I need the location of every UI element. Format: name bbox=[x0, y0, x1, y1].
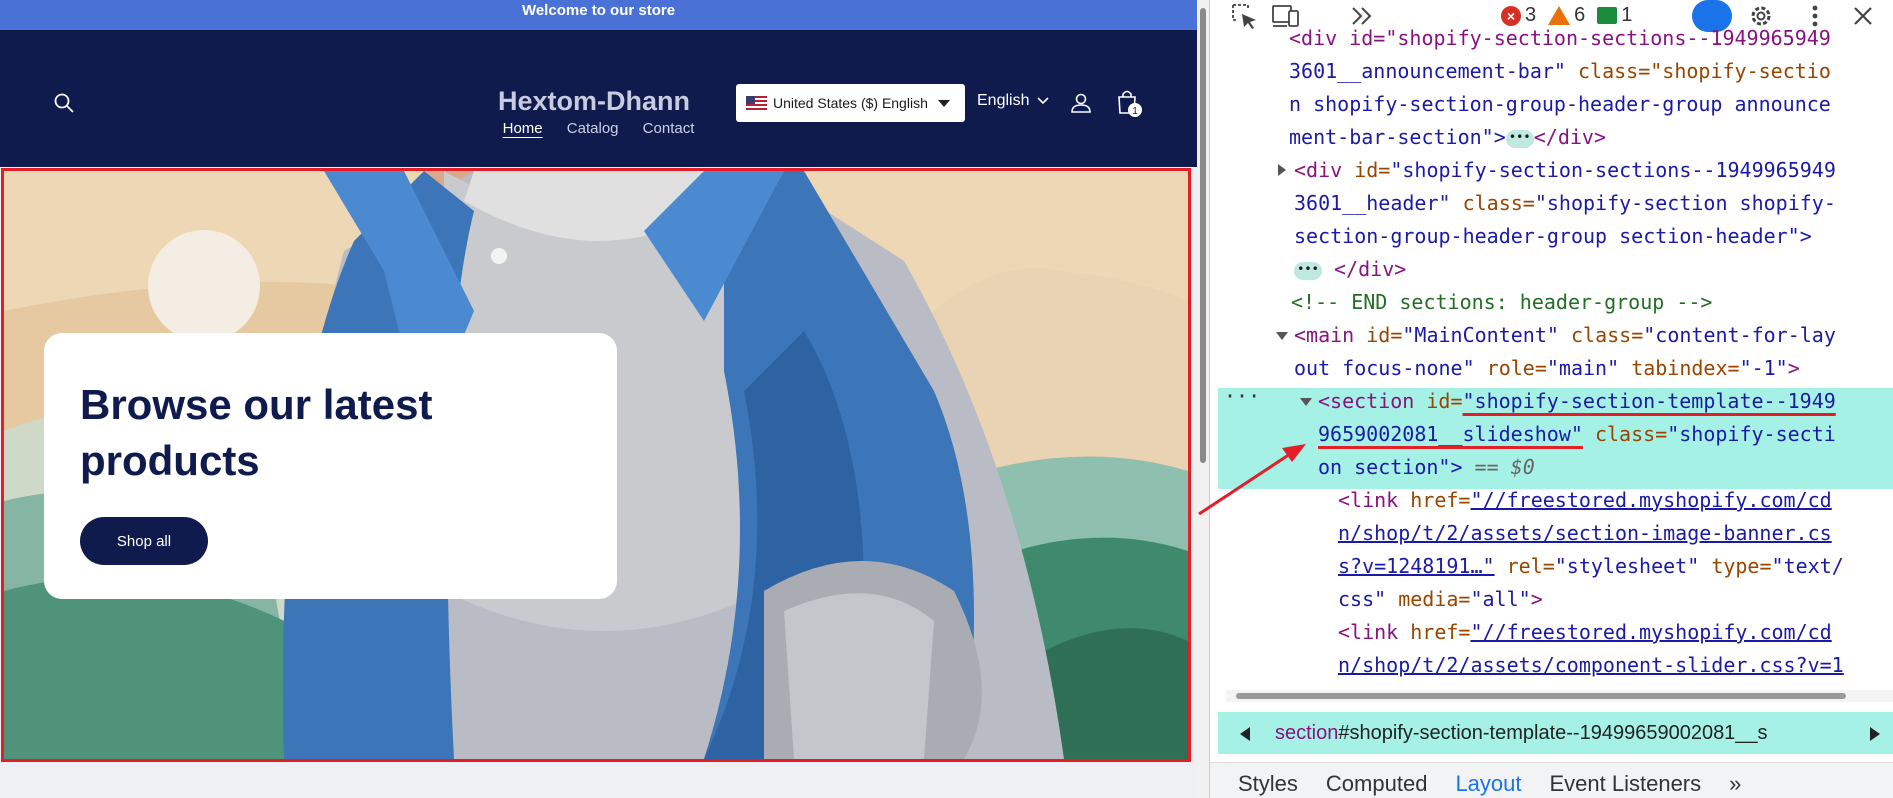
page-scrollbar[interactable] bbox=[1197, 0, 1209, 798]
inspect-element-icon[interactable] bbox=[1230, 2, 1260, 30]
dom-line[interactable]: css" media="all"> bbox=[1338, 583, 1543, 616]
nav-item-home[interactable]: Home bbox=[503, 120, 543, 137]
shop-all-button[interactable]: Shop all bbox=[80, 517, 208, 565]
breadcrumb: section#shopify-section-template--194996… bbox=[1218, 712, 1893, 754]
dom-line[interactable]: <div id="shopify-section-sections--19499… bbox=[1289, 22, 1831, 55]
node-ellipsis-menu[interactable]: ··· bbox=[1224, 380, 1260, 413]
dom-line[interactable]: out focus-none" role="main" tabindex="-1… bbox=[1294, 352, 1800, 385]
elements-horizontal-scrollbar[interactable] bbox=[1226, 690, 1893, 702]
dom-line[interactable]: <main id="MainContent" class="content-fo… bbox=[1294, 319, 1836, 352]
tab-event-listeners[interactable]: Event Listeners bbox=[1522, 763, 1702, 798]
us-flag-icon bbox=[746, 96, 767, 110]
dom-line[interactable]: ••• </div> bbox=[1294, 253, 1406, 286]
crumb-left-arrow-icon[interactable] bbox=[1228, 724, 1262, 744]
announcement-bar: Welcome to our store bbox=[0, 0, 1197, 30]
collapse-arrow-icon[interactable] bbox=[1300, 398, 1312, 406]
search-icon[interactable] bbox=[53, 92, 75, 114]
dom-line[interactable]: <link href="//freestored.myshopify.com/c… bbox=[1338, 484, 1832, 517]
chevron-down-icon bbox=[1037, 97, 1050, 105]
breadcrumb-selected[interactable]: section#shopify-section-template--194996… bbox=[1275, 722, 1768, 745]
devtools-panel: × 3 6 1 <div id="shopify-section-sections… bbox=[1209, 0, 1893, 798]
language-label: English bbox=[977, 92, 1030, 109]
dom-comment[interactable]: <!-- END sections: header-group --> bbox=[1291, 286, 1712, 319]
sidebar-tabs: Styles Computed Layout Event Listeners » bbox=[1210, 762, 1893, 798]
account-icon[interactable] bbox=[1069, 91, 1093, 115]
close-icon[interactable] bbox=[1848, 2, 1878, 30]
nav-item-contact[interactable]: Contact bbox=[643, 120, 695, 137]
expand-arrow-icon[interactable] bbox=[1278, 164, 1286, 176]
more-tabs-icon[interactable]: » bbox=[1701, 763, 1741, 798]
country-selector[interactable]: United States ($) English bbox=[736, 84, 965, 122]
tab-styles[interactable]: Styles bbox=[1210, 763, 1298, 798]
hero-heading: Browse our latest products bbox=[80, 381, 433, 484]
cart-count: 1 bbox=[1132, 106, 1138, 117]
nav-item-catalog[interactable]: Catalog bbox=[567, 120, 619, 137]
selected-section-line[interactable]: on section"> == $0 bbox=[1318, 451, 1535, 484]
elements-tree: <div id="shopify-section-sections--19499… bbox=[1210, 26, 1893, 690]
dom-line[interactable]: 3601__header" class="shopify-section sho… bbox=[1294, 187, 1836, 220]
tab-layout[interactable]: Layout bbox=[1427, 763, 1521, 798]
dom-line[interactable]: s?v=1248191…" rel="stylesheet" type="tex… bbox=[1338, 550, 1844, 583]
hero-text-card: Browse our latest products Shop all bbox=[44, 333, 617, 599]
page-scrollbar-thumb[interactable] bbox=[1200, 8, 1206, 463]
horizontal-scrollbar-thumb[interactable] bbox=[1236, 693, 1846, 699]
ellipsis-badge[interactable]: ••• bbox=[1505, 129, 1534, 148]
slideshow-section: Browse our latest products Shop all bbox=[1, 168, 1191, 762]
dom-line[interactable]: n/shop/t/2/assets/section-image-banner.c… bbox=[1338, 517, 1832, 550]
storefront-viewport: Welcome to our store Hextom-Dhann United… bbox=[0, 0, 1197, 798]
main-nav: Home Catalog Contact bbox=[0, 120, 1197, 137]
caret-down-icon bbox=[937, 99, 950, 107]
selected-section-line[interactable]: 9659002081__slideshow" class="shopify-se… bbox=[1318, 418, 1836, 451]
country-selector-label: United States ($) English bbox=[773, 95, 928, 111]
ellipsis-badge[interactable]: ••• bbox=[1294, 261, 1322, 280]
site-header: Hextom-Dhann United States ($) English E… bbox=[0, 30, 1197, 167]
dom-line[interactable]: section-group-header-group section-heade… bbox=[1294, 220, 1812, 253]
dom-line[interactable]: <div id="shopify-section-sections--19499… bbox=[1294, 154, 1836, 187]
collapse-arrow-icon[interactable] bbox=[1276, 332, 1288, 340]
tab-computed[interactable]: Computed bbox=[1298, 763, 1428, 798]
cart-icon[interactable]: 1 bbox=[1114, 87, 1144, 119]
language-selector[interactable]: English bbox=[977, 92, 1050, 110]
dom-line[interactable]: n shopify-section-group-header-group ann… bbox=[1289, 88, 1831, 121]
selected-section-line[interactable]: <section id="shopify-section-template--1… bbox=[1318, 385, 1836, 418]
dom-line[interactable]: <link href="//freestored.myshopify.com/c… bbox=[1338, 616, 1832, 649]
dom-line[interactable]: 3601__announcement-bar" class="shopify-s… bbox=[1289, 55, 1831, 88]
dom-line[interactable]: n/shop/t/2/assets/component-slider.css?v… bbox=[1338, 649, 1844, 682]
store-brand[interactable]: Hextom-Dhann bbox=[464, 86, 724, 117]
crumb-right-arrow-icon[interactable] bbox=[1858, 724, 1892, 744]
dom-line[interactable]: ment-bar-section"> ••• </div> bbox=[1289, 121, 1606, 154]
